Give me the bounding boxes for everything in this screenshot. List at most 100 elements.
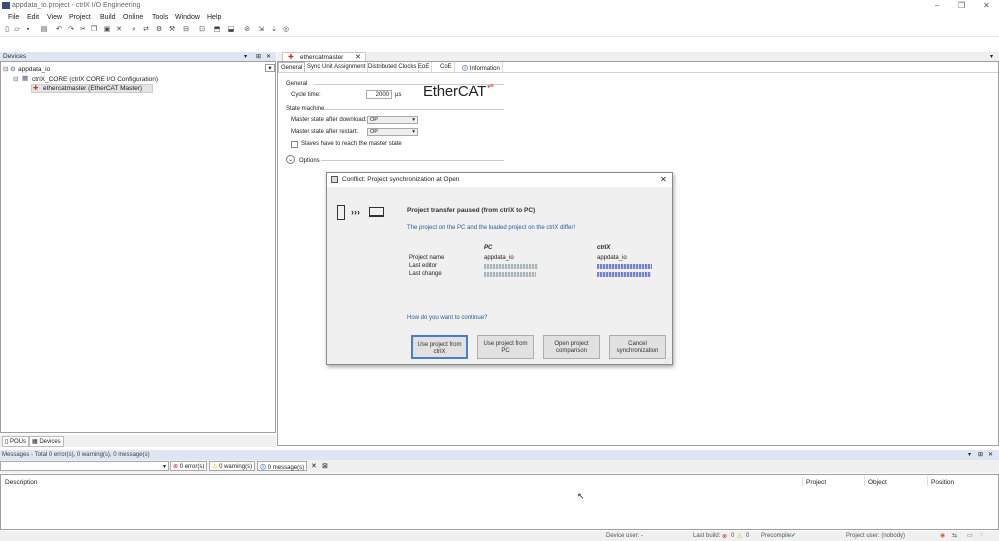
monitor-icon[interactable]: ▭ [967,532,973,539]
save-icon[interactable]: ▪ [24,26,32,34]
tab-sync-unit[interactable]: Sync Unit Assignment [305,62,369,72]
build-icon[interactable]: ⚙ [155,26,163,34]
download-icon[interactable]: ⬒ [213,26,221,34]
toolbar: ▯ ▱ ▪ ▤ ↶ ↷ ✂ ❐ ▣ ✕ ⌕ ⇄ ⚙ ⚒ ⊟ ⊡ ⬒ ⬓ ⊘ ⇲ … [0,24,999,37]
warning-icon: ⚠ [212,464,218,470]
panel-dock-icon[interactable]: ⊞ [256,53,261,60]
menu-tools[interactable]: Tools [152,14,168,21]
network-icon[interactable]: ⇆ [952,532,957,539]
error-icon: ⊗ [173,464,179,470]
breakpoint-icon[interactable]: ◎ [282,26,290,34]
divider [324,109,504,110]
messages-panel-header: Messages - Total 0 error(s), 0 warning(s… [0,450,999,460]
doc-tab-ethercatmaster[interactable]: ✚ ethercatmaster ✕ [282,52,366,61]
tab-coe[interactable]: CoE [438,62,455,72]
col-description[interactable]: Description [5,479,38,486]
after-download-label: Master state after download: [291,117,367,123]
login-icon[interactable]: ⊟ [182,26,190,34]
menu-window[interactable]: Window [175,14,200,21]
redo-icon[interactable]: ↷ [67,26,75,34]
panel-close-icon[interactable]: ✕ [266,53,271,60]
slaves-checkbox[interactable] [291,141,298,148]
find-icon[interactable]: ⌕ [130,26,138,34]
panel-close-icon[interactable]: ✕ [988,451,993,458]
print-icon[interactable]: ▤ [40,26,48,34]
info-icon: 🛈 [462,66,469,72]
menu-build[interactable]: Build [100,14,116,21]
logout-icon[interactable]: ⊡ [198,26,206,34]
tab-general[interactable]: General [278,62,306,72]
tab-pous[interactable]: ▯ POUs [2,436,29,447]
undo-icon[interactable]: ↶ [55,26,63,34]
col-divider [802,476,803,486]
col-object[interactable]: Object [868,479,887,486]
cut-icon[interactable]: ✂ [79,26,87,34]
menu-file[interactable]: File [8,14,19,21]
maximize-button[interactable]: ❐ [958,1,965,10]
panel-dock-icon[interactable]: ⊞ [978,451,983,458]
warnings-filter-button[interactable]: ⚠ 0 warning(s) [209,461,256,471]
replace-icon[interactable]: ⇄ [142,26,150,34]
panel-pin-icon[interactable]: ▾ [968,451,971,458]
editor-menu-icon[interactable]: ▾ [990,53,993,60]
col-position[interactable]: Position [931,479,954,486]
delete-icon[interactable]: ✕ [115,26,123,34]
settings-icon[interactable]: ◌ [980,532,984,538]
open-comparison-button[interactable]: Open project comparison [543,335,600,359]
col-project[interactable]: Project [806,479,826,486]
open-folder-icon[interactable]: ▱ [13,26,21,34]
chevron-down-icon: ▾ [412,129,415,135]
errors-filter-button[interactable]: ⊗ 0 error(s) [170,461,208,471]
doc-tab-label: ethercatmaster [300,54,344,61]
shield-icon[interactable]: ◉ [940,532,945,539]
use-ctrlx-project-button[interactable]: Use project from ctrlX [411,335,468,359]
tab-information[interactable]: 🛈 Information [460,62,503,72]
menu-project[interactable]: Project [69,14,91,21]
online-change-icon[interactable]: ⬓ [227,26,235,34]
panel-pin-icon[interactable]: ▾ [244,53,247,60]
doc-tab-close-icon[interactable]: ✕ [355,53,361,61]
pc-last-editor-redacted [484,264,538,269]
menu-help[interactable]: Help [207,14,221,21]
minimize-button[interactable]: – [935,1,939,10]
tab-eoe[interactable]: EoE [416,62,433,72]
col-divider [927,476,928,486]
clear-messages-icon[interactable]: ✕ [311,462,317,470]
tree-dropdown-icon[interactable]: ▾ [265,64,275,72]
after-download-select[interactable]: OP ▾ [367,116,418,124]
menu-view[interactable]: View [47,14,62,21]
options-expand-icon[interactable]: ⌄ [286,155,295,164]
use-pc-project-button[interactable]: Use project from PC [477,335,534,359]
divider [321,160,504,161]
tab-devices[interactable]: ▦ Devices [29,436,64,447]
close-window-button[interactable]: ✕ [983,1,990,10]
menu-edit[interactable]: Edit [27,14,39,21]
cancel-sync-button[interactable]: Cancel synchronization [609,335,666,359]
mouse-cursor-icon: ↖ [577,491,585,501]
messages-filter-button[interactable]: 🛈 0 message(s) [257,461,308,471]
tree-item-ethercatmaster[interactable]: ethercatmaster (EtherCAT Master) [43,85,142,92]
paste-icon[interactable]: ▣ [103,26,111,34]
ctrlx-last-editor-redacted [597,264,652,269]
generate-icon[interactable]: ⚒ [168,26,176,34]
cycle-time-input[interactable]: 2000 [366,90,392,99]
stop-icon[interactable]: ⊘ [243,26,251,34]
tree-collapse-icon[interactable]: ⊟ [3,65,8,73]
menu-online[interactable]: Online [123,14,143,21]
after-restart-select[interactable]: OP ▾ [367,128,418,136]
step-into-icon[interactable]: ⇣ [270,26,278,34]
col-pc-header: PC [484,245,493,251]
copy-icon[interactable]: ❐ [90,26,98,34]
clear-all-icon[interactable]: ⊠ [322,462,328,470]
tree-item-project[interactable]: appdata_io [18,66,50,73]
tree-collapse-icon[interactable]: ⊟ [13,75,18,83]
dialog-close-button[interactable]: ✕ [660,175,667,184]
controller-icon [337,205,345,220]
message-source-select[interactable]: ▾ [0,461,169,471]
tree-item-core[interactable]: ctrlX_CORE (ctrlX CORE I/O Configuration… [32,76,158,83]
resize-grip-icon[interactable]: ⋰ [665,357,671,364]
app-logo-icon [2,2,10,9]
step-over-icon[interactable]: ⇲ [257,26,265,34]
tab-distributed-clocks[interactable]: Distributed Clocks [366,62,420,72]
new-file-icon[interactable]: ▯ [3,26,11,34]
